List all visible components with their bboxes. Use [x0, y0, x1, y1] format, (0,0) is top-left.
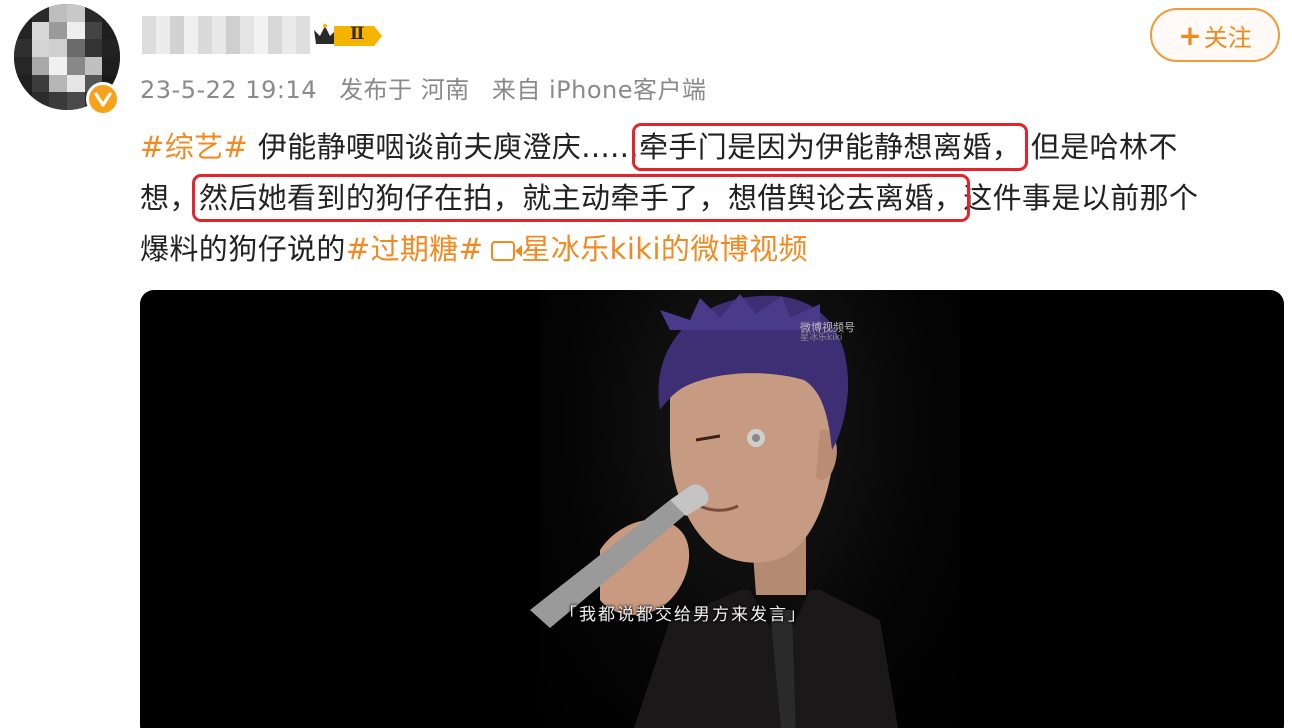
post-text: #综艺# 伊能静哽咽谈前夫庾澄庆......牵手门是因为伊能静想离婚， 但是哈林… — [140, 122, 1286, 275]
post-text-line-2: 想，然后她看到的狗仔在拍，就主动牵手了，想借舆论去离婚，这件事是以前那个 — [140, 173, 1286, 224]
highlighted-text: 牵手门是因为伊能静想离婚， — [631, 123, 1029, 171]
follow-button[interactable]: + 关注 — [1150, 8, 1280, 62]
weibo-watermark: 微博视频号 星冰乐kiki — [800, 322, 855, 344]
video-icon — [491, 241, 523, 261]
crown-icon — [314, 24, 382, 46]
video-player[interactable]: 微博视频号 星冰乐kiki 「我都说都交给男方来发言」 — [140, 290, 1284, 728]
text-segment: 但是哈林不 — [1021, 130, 1178, 164]
level-badge[interactable]: Ⅱ — [312, 22, 384, 50]
verified-icon — [86, 82, 120, 116]
post-text-line-3: 爆料的狗仔说的#过期糖# 星冰乐kiki的微博视频 — [140, 224, 1286, 275]
text-segment: 伊能静哽咽谈前夫庾澄庆...... — [248, 130, 639, 164]
watermark-bottom: 星冰乐kiki — [800, 333, 843, 343]
level-badge-text: Ⅱ — [350, 24, 365, 44]
plus-icon: + — [1178, 18, 1202, 52]
hashtag-link[interactable]: #过期糖# — [346, 232, 484, 266]
text-segment: 这件事是以前那个 — [963, 181, 1199, 215]
post-timestamp[interactable]: 23-5-22 19:14 — [140, 76, 317, 104]
highlighted-text: 然后她看到的狗仔在拍，就主动牵手了，想借舆论去离婚， — [191, 174, 971, 222]
follow-label: 关注 — [1203, 23, 1252, 52]
video-link[interactable]: 星冰乐kiki的微博视频 — [521, 232, 808, 266]
username-blurred[interactable] — [142, 16, 310, 54]
singer-figure — [530, 294, 898, 728]
watermark-top: 微博视频号 — [800, 321, 855, 334]
weibo-post: Ⅱ 23-5-22 19:14 发布于 河南 来自 iPhone客户端 + 关注… — [0, 0, 1292, 728]
post-text-line-1: #综艺# 伊能静哽咽谈前夫庾澄庆......牵手门是因为伊能静想离婚， 但是哈林… — [140, 122, 1286, 173]
post-location: 发布于 河南 — [339, 76, 470, 104]
video-subtitle: 「我都说都交给男方来发言」 — [560, 605, 807, 625]
post-meta: 23-5-22 19:14 发布于 河南 来自 iPhone客户端 — [140, 70, 721, 105]
text-segment: 想， — [140, 181, 199, 215]
text-segment: 爆料的狗仔说的 — [140, 232, 346, 266]
hashtag-link[interactable]: #综艺# — [140, 130, 248, 164]
post-source: 来自 iPhone客户端 — [491, 76, 707, 104]
